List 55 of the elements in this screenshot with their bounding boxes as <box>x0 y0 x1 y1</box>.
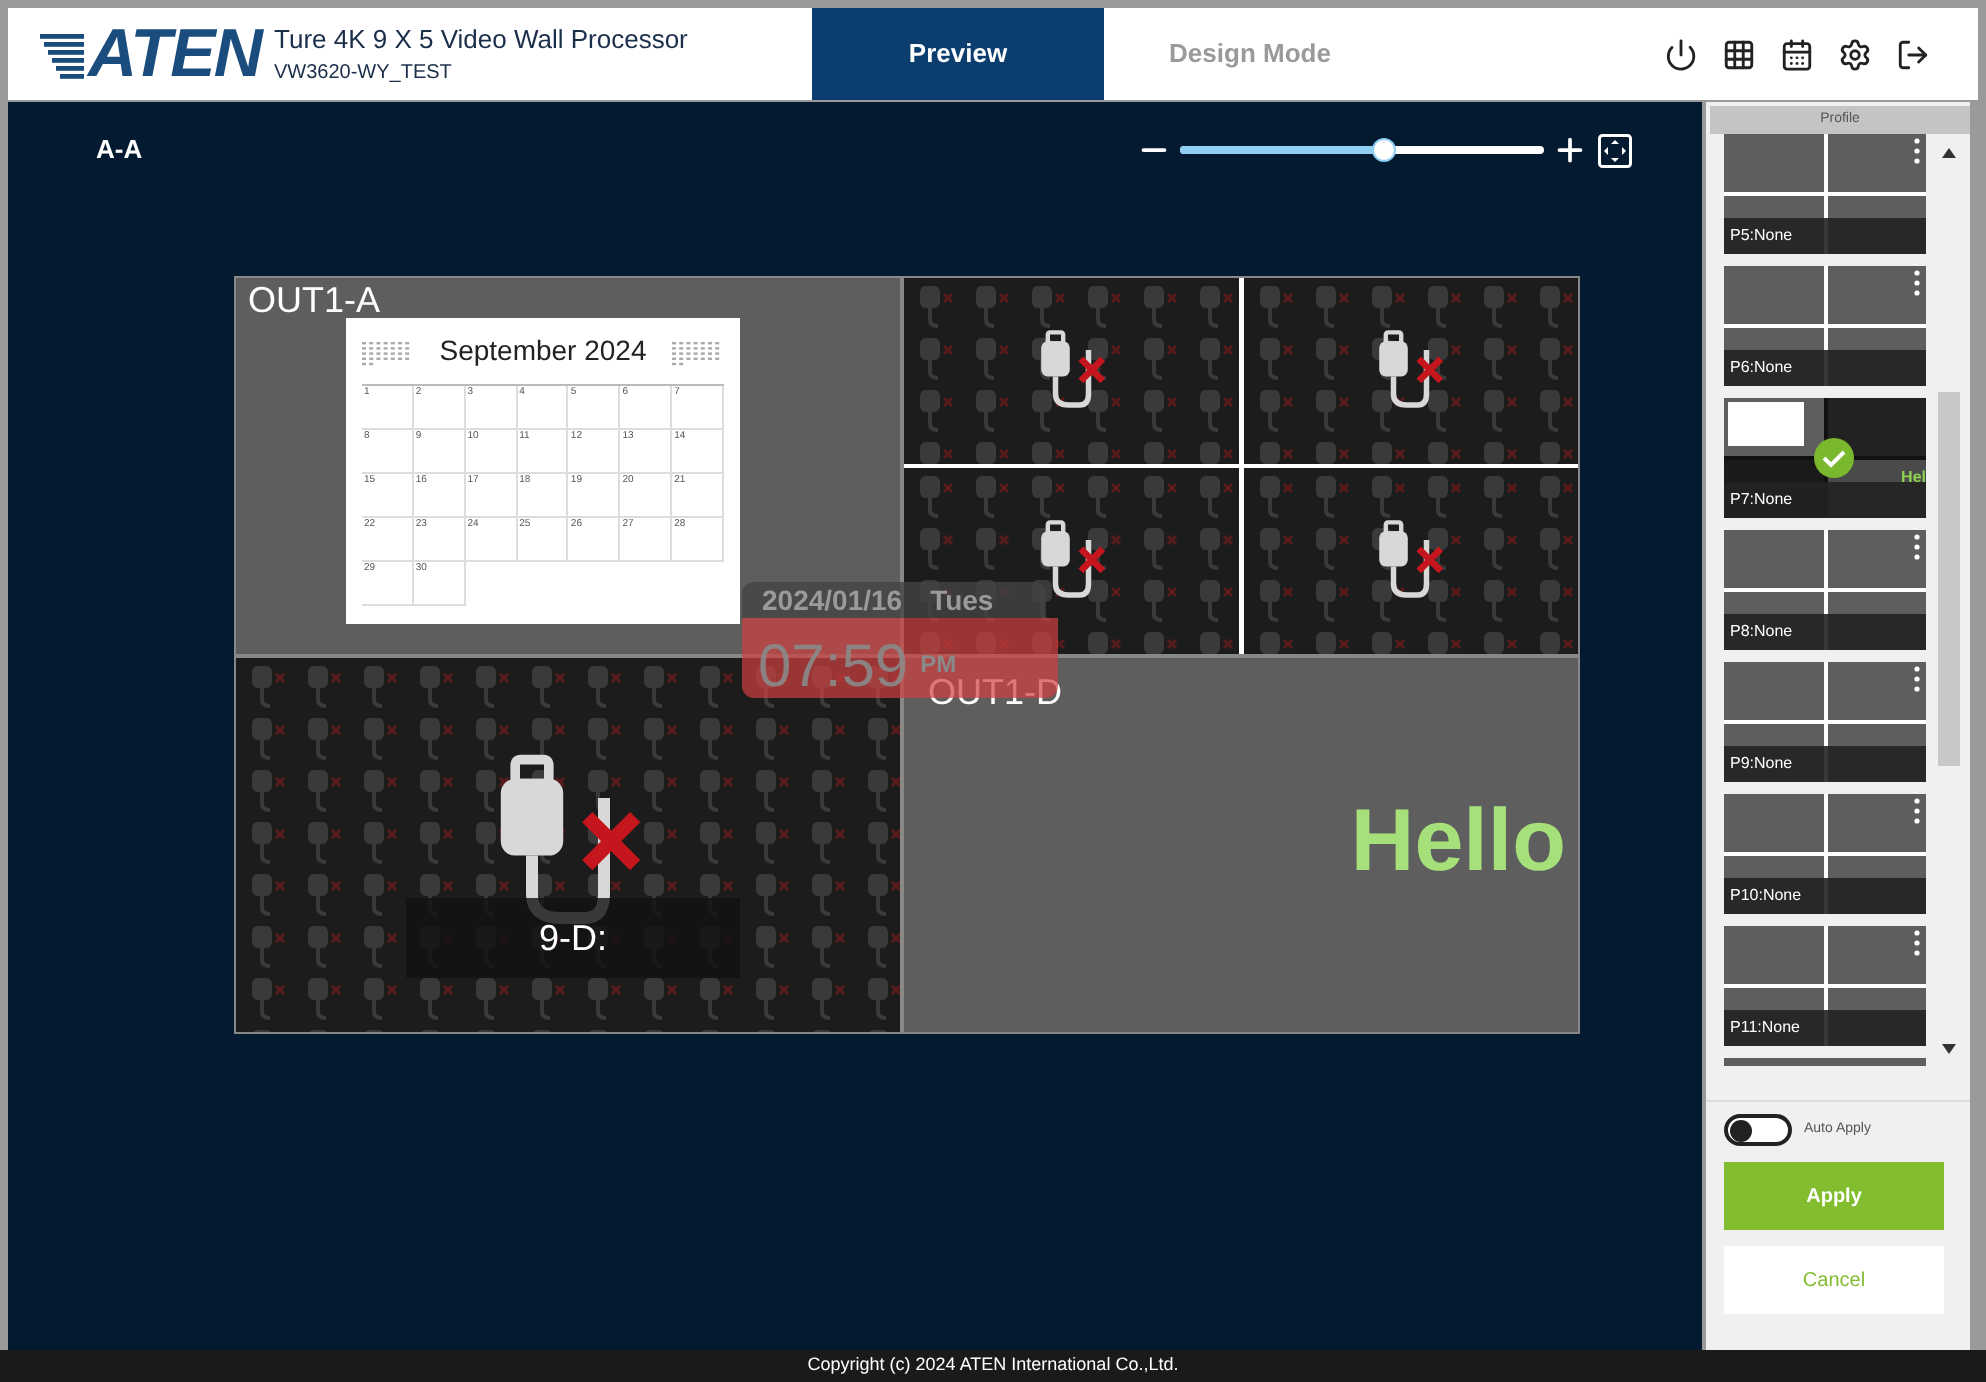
no-signal-thumbnail <box>1827 398 1926 456</box>
profile-name: P5:None <box>1724 218 1926 254</box>
profile-card[interactable]: P6:None <box>1724 266 1926 386</box>
scroll-up-icon[interactable] <box>1942 148 1956 158</box>
thumbnail-cell <box>1724 926 1823 984</box>
clock-date: 2024/01/16 <box>762 586 903 614</box>
more-icon[interactable] <box>1914 270 1920 296</box>
logo: ATEN <box>88 20 262 88</box>
profile-card[interactable]: P5:None <box>1724 134 1926 254</box>
layout-name: A-A <box>96 132 143 169</box>
zoom-in-icon[interactable] <box>1552 132 1588 168</box>
tab[interactable]: Preview <box>812 8 1104 100</box>
calendar-icon[interactable] <box>1780 37 1814 71</box>
power-icon[interactable] <box>1664 37 1698 71</box>
more-icon[interactable] <box>1914 534 1920 560</box>
more-icon[interactable] <box>1914 666 1920 692</box>
profile-name: P11:None <box>1724 1010 1926 1046</box>
grid-icon[interactable] <box>1722 37 1756 71</box>
profile-name: P7:None <box>1724 482 1926 518</box>
more-icon[interactable] <box>1914 798 1920 824</box>
profile-card[interactable]: Hel P7:None <box>1724 398 1926 518</box>
profile-card[interactable]: P8:None <box>1724 530 1926 650</box>
hello-text: Hello <box>1350 798 1566 886</box>
scroll-down-icon[interactable] <box>1942 1044 1956 1054</box>
settings-icon[interactable] <box>1838 37 1872 71</box>
more-icon[interactable] <box>1914 930 1920 956</box>
check-icon <box>1814 438 1854 478</box>
slider-thumb[interactable] <box>1371 138 1396 162</box>
profile-card[interactable]: P11:None <box>1724 926 1926 1046</box>
window-caption: 9-D: <box>406 898 740 978</box>
calendar-title: September 2024 <box>439 332 647 370</box>
copyright-text: Copyright (c) 2024 ATEN International Co.,Ltd. <box>807 1352 1179 1379</box>
profile-name: P6:None <box>1724 350 1926 386</box>
thumbnail-cell <box>1724 134 1823 192</box>
calendar-thumbnail <box>1728 402 1804 446</box>
profile-name: P8:None <box>1724 614 1926 650</box>
thumbnail-cell <box>1724 794 1823 852</box>
more-icon[interactable] <box>1914 138 1920 164</box>
clock-weekday: Tues <box>930 586 994 614</box>
device-name: VW3620-WY_TEST <box>274 60 454 89</box>
profile-card[interactable]: P10:None <box>1724 794 1926 914</box>
app-title: Ture 4K 9 X 5 Video Wall Processor <box>274 21 690 58</box>
thumbnail-cell <box>1724 530 1823 588</box>
fit-screen-icon[interactable] <box>1598 133 1632 167</box>
clock-period: PM <box>920 648 957 678</box>
thumbnail-cell <box>1724 266 1823 324</box>
profile-name: P9:None <box>1724 746 1926 782</box>
scroll-thumb[interactable] <box>1938 392 1960 766</box>
window-label: OUT1-A <box>248 282 381 318</box>
thumbnail-cell <box>1724 662 1823 720</box>
clock-time: 07:59 <box>758 638 909 698</box>
auto-apply-toggle[interactable] <box>1724 1114 1792 1146</box>
logout-icon[interactable] <box>1896 37 1930 71</box>
profile-card[interactable]: P9:None <box>1724 662 1926 782</box>
profile-name: P10:None <box>1724 878 1926 914</box>
